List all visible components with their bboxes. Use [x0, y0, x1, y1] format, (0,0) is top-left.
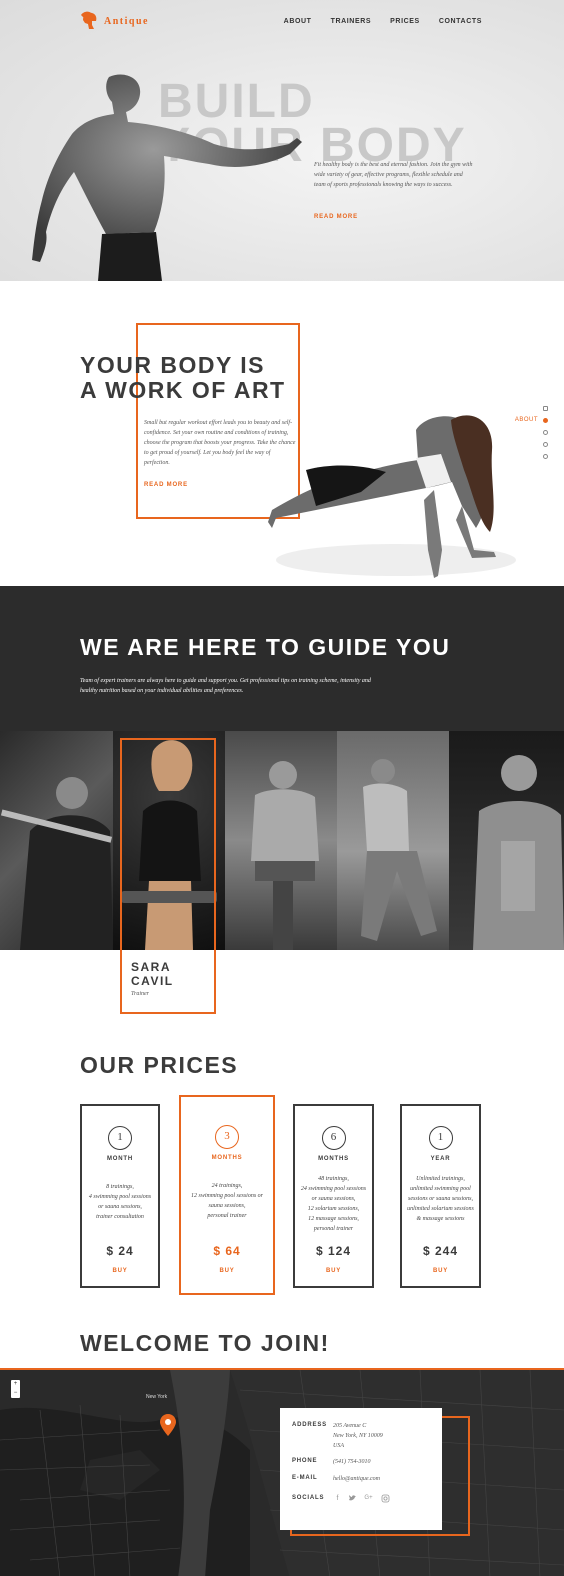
- map-zoom-control[interactable]: + −: [11, 1380, 20, 1398]
- email-label: E-MAIL: [292, 1475, 318, 1481]
- join-title: WELCOME TO JOIN!: [80, 1330, 330, 1356]
- address-value: 205 Avenue C New York, NY 10009 USA: [333, 1421, 383, 1451]
- plan-duration-number: 3: [215, 1125, 239, 1149]
- address-label: ADDRESS: [292, 1422, 327, 1428]
- plan-price: $ 24: [106, 1244, 134, 1258]
- hero-athlete-image: [32, 74, 302, 281]
- zoom-in-icon[interactable]: +: [11, 1380, 20, 1389]
- section-dot-3[interactable]: [543, 429, 548, 435]
- guide-description: Team of expert trainers are always here …: [80, 678, 371, 694]
- trainer-role: Trainer: [131, 991, 150, 997]
- buy-button[interactable]: BUY: [402, 1268, 479, 1274]
- plan-price: $ 124: [315, 1244, 352, 1258]
- plan-features: 48 trainings, 24 swimming pool sessions …: [300, 1176, 367, 1232]
- twitter-icon[interactable]: [348, 1494, 357, 1503]
- trainer-photo-3[interactable]: [225, 731, 337, 950]
- section-dots-nav: ABOUT: [515, 405, 548, 459]
- spartan-helmet-icon: [81, 11, 97, 29]
- buy-button[interactable]: BUY: [181, 1268, 273, 1274]
- main-nav: ABOUT TRAINERS PRICES CONTACTS: [284, 18, 482, 25]
- plan-features: 24 trainings, 12 swimming pool sessions …: [190, 1183, 263, 1219]
- hero-section: Antique ABOUT TRAINERS PRICES CONTACTS B…: [0, 0, 564, 281]
- map-city-label: New York: [146, 1394, 168, 1400]
- email-value[interactable]: hello@antique.com: [333, 1474, 380, 1484]
- about-title-line2: A WORK OF ART: [80, 377, 286, 403]
- plan-duration-unit: MONTH: [107, 1156, 133, 1162]
- plan-duration-unit: MONTHS: [211, 1155, 243, 1161]
- plan-features: Unlimited trainings, unlimited swimming …: [407, 1176, 474, 1222]
- plan-duration-number: 1: [108, 1126, 132, 1150]
- trainer-photo-1[interactable]: [0, 731, 113, 950]
- section-dot-label: ABOUT: [514, 417, 538, 423]
- brand-name: Antique: [104, 15, 149, 27]
- zoom-out-icon[interactable]: −: [11, 1389, 20, 1398]
- about-title-line1: YOUR BODY IS: [80, 352, 265, 378]
- nav-contacts[interactable]: CONTACTS: [439, 18, 482, 25]
- plan-features: 8 trainings, 4 swimming pool sessions or…: [88, 1184, 152, 1220]
- trainer-photo-5[interactable]: [449, 731, 564, 950]
- hero-description: Fit healthy body is the best and eternal…: [314, 162, 473, 188]
- trainer-first-name: SARA: [131, 960, 172, 974]
- section-dot-about[interactable]: [543, 417, 548, 423]
- trainer-name: SARA CAVIL: [131, 960, 174, 988]
- instagram-icon[interactable]: [381, 1494, 390, 1503]
- plan-duration-unit: MONTHS: [318, 1156, 349, 1162]
- phone-label: PHONE: [292, 1458, 318, 1464]
- facebook-icon[interactable]: f: [333, 1494, 342, 1503]
- about-title: YOUR BODY IS A WORK OF ART: [80, 353, 286, 403]
- google-plus-icon[interactable]: G+: [364, 1494, 373, 1503]
- phone-value[interactable]: (541) 754-3010: [333, 1457, 371, 1467]
- plan-price: $ 244: [422, 1244, 459, 1258]
- plan-price: $ 64: [213, 1244, 241, 1258]
- nav-prices[interactable]: PRICES: [390, 18, 420, 25]
- section-dot-5[interactable]: [543, 453, 548, 459]
- price-card-3-months: 3 MONTHS 24 trainings, 12 swimming pool …: [179, 1095, 275, 1295]
- price-card-6-months: 6 MONTHS 48 trainings, 24 swimming pool …: [293, 1104, 374, 1288]
- trainer-photo-4[interactable]: [337, 731, 449, 950]
- plan-duration-unit: YEAR: [430, 1156, 451, 1162]
- section-dot-home-icon[interactable]: [543, 405, 548, 411]
- buy-button[interactable]: BUY: [295, 1268, 372, 1274]
- brand-logo[interactable]: Antique: [80, 11, 149, 31]
- section-dot-4[interactable]: [543, 441, 548, 447]
- socials-label: SOCIALS: [292, 1495, 325, 1501]
- plan-duration-number: 1: [428, 1126, 453, 1150]
- trainer-last-name: CAVIL: [131, 974, 174, 988]
- buy-button[interactable]: BUY: [82, 1268, 158, 1274]
- address-line-2: New York, NY 10009: [333, 1433, 383, 1439]
- plan-duration-number: 6: [321, 1126, 346, 1150]
- price-card-1-year: 1 YEAR Unlimited trainings, unlimited sw…: [400, 1104, 481, 1288]
- address-line-1: 205 Avenue C: [333, 1423, 367, 1429]
- hero-read-more-link[interactable]: READ MORE: [314, 214, 358, 220]
- address-line-3: USA: [333, 1443, 344, 1449]
- guide-title: WE ARE HERE TO GUIDE YOU: [80, 634, 451, 660]
- pushup-woman-image: [268, 415, 516, 578]
- map-pin-icon[interactable]: [160, 1414, 176, 1436]
- contact-card: ADDRESS 205 Avenue C New York, NY 10009 …: [280, 1408, 442, 1530]
- about-read-more-link[interactable]: READ MORE: [144, 482, 188, 488]
- nav-trainers[interactable]: TRAINERS: [331, 18, 372, 25]
- nav-about[interactable]: ABOUT: [284, 18, 312, 25]
- prices-title: OUR PRICES: [80, 1052, 239, 1078]
- price-card-1-month: 1 MONTH 8 trainings, 4 swimming pool ses…: [80, 1104, 160, 1288]
